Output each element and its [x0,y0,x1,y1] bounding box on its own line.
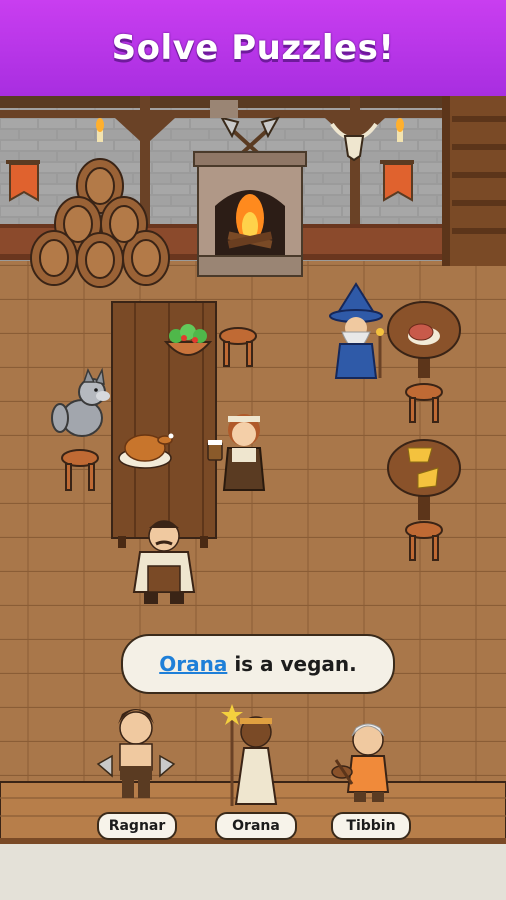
hint-bubble: Orana is a vegan. [121,634,395,694]
hint-character-link[interactable]: Orana [159,652,227,676]
wall-candle-left [96,118,104,142]
promo-banner: Solve Puzzles! [0,0,506,96]
staircase [442,96,506,266]
banner-title: Solve Puzzles! [111,28,395,68]
wall-candle-right [396,118,404,142]
character-label-tibbin[interactable]: Tibbin [331,812,411,840]
bottom-panel [0,844,506,900]
character-label-orana[interactable]: Orana [215,812,297,840]
hint-text: is a vegan. [234,652,357,676]
tavern-scene [0,96,506,844]
character-label-ragnar[interactable]: Ragnar [97,812,177,840]
game-screen: Solve Puzzles! Orana is a vegan. Ragnar … [0,0,506,900]
